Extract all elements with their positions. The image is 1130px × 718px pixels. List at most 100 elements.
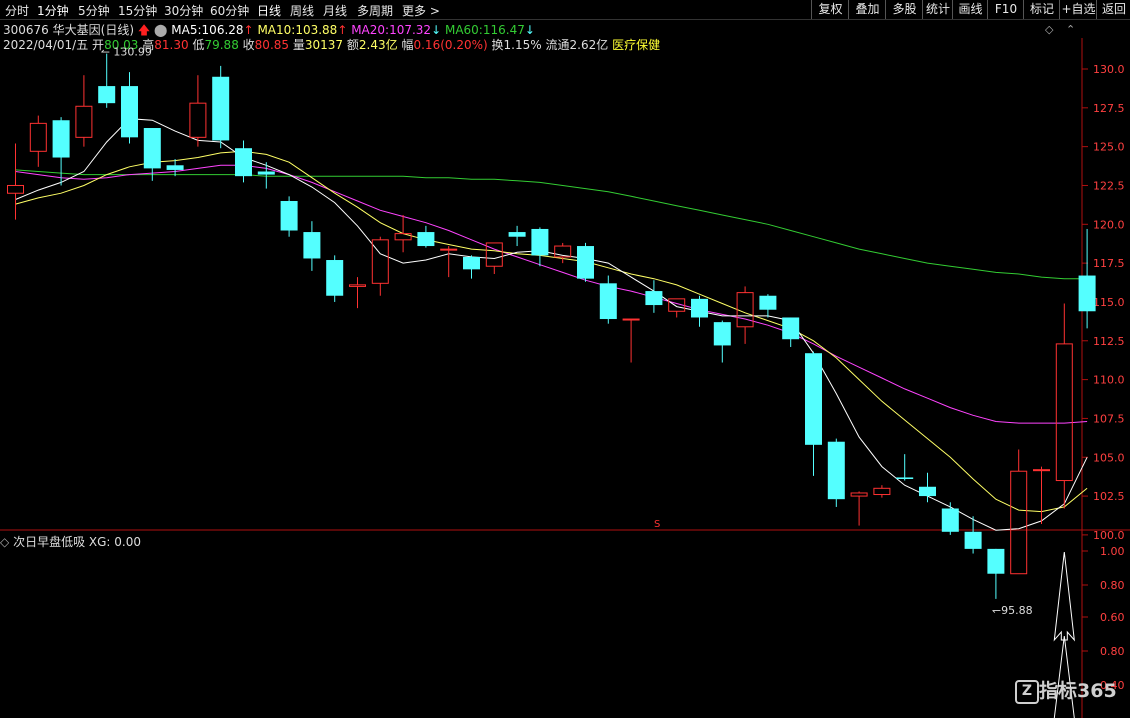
candle-up (189, 75, 207, 147)
candle-body (121, 86, 138, 138)
candle-body (873, 487, 891, 496)
candle-body (349, 284, 366, 287)
xg-label: XG: (88, 535, 111, 549)
indicator-tick-label: 0.80 (1100, 645, 1125, 658)
candle-down (827, 438, 845, 507)
candle-body (645, 291, 663, 306)
high-annotation: ↼ 130.99 (101, 46, 152, 59)
candle-down (326, 255, 344, 302)
diamond-icon[interactable]: ◇ (1045, 23, 1054, 36)
candle-down (280, 196, 298, 237)
price-tick-label: 120.0 (1093, 218, 1125, 231)
indicator-tick-label: 0.60 (1100, 611, 1125, 624)
candle-down (212, 65, 230, 149)
indicator-name[interactable]: 次日早盘低吸 (13, 535, 85, 549)
price-tick-label: 107.5 (1093, 412, 1125, 425)
candle-down (759, 294, 777, 318)
ma5-line (15, 118, 1088, 531)
logo-icon: Z (1015, 679, 1039, 704)
candle-body (189, 102, 207, 138)
candle-body (827, 441, 845, 500)
candle-up (7, 143, 24, 220)
candle-body (1033, 469, 1050, 472)
candle-up (371, 236, 389, 296)
price-tick-label: 112.5 (1093, 335, 1125, 348)
candle-down (235, 140, 252, 183)
candle-body (622, 318, 640, 321)
candle-down (417, 225, 435, 248)
candle-body (1055, 343, 1073, 482)
price-tick-label: 117.5 (1093, 257, 1125, 270)
candle-body (759, 295, 777, 310)
price-tick-label: 127.5 (1093, 102, 1125, 115)
candle-body (1078, 275, 1096, 312)
candle-body (919, 486, 936, 497)
price-tick-label: 105.0 (1093, 451, 1125, 464)
price-tick-label: 125.0 (1093, 141, 1125, 154)
candle-body (736, 292, 754, 328)
candle-body (303, 232, 321, 259)
candle-down (98, 53, 116, 108)
candle-up (554, 242, 572, 264)
candle-up (75, 75, 93, 147)
candle-up (850, 491, 868, 526)
watermark-logo: Z 指标365 (1015, 676, 1117, 704)
candle-body (257, 171, 275, 175)
candle-body (691, 298, 708, 318)
candle-down (508, 225, 526, 247)
candle-body (98, 86, 116, 104)
price-tick-label: 130.0 (1093, 63, 1125, 76)
candle-body (896, 477, 914, 479)
candle-body (987, 548, 1005, 574)
candle-body (531, 228, 549, 256)
candle-down (713, 320, 731, 363)
candle-body (805, 353, 822, 445)
candle-body (143, 128, 161, 169)
watermark-text: 指标365 (1039, 680, 1117, 702)
kline-chart[interactable]: 130.0 127.5 125.0 122.5 120.0 117.5 115.0 112.5… (0, 0, 1130, 718)
candle-down (691, 295, 708, 327)
candle-down (941, 502, 959, 535)
candle-up (440, 246, 458, 278)
candle-body (29, 122, 47, 152)
ma20-line (15, 164, 1088, 424)
candle-down (531, 227, 549, 267)
candle-down (805, 351, 822, 476)
candle-down (463, 255, 480, 279)
candle-body (394, 233, 412, 241)
candle-body (7, 184, 24, 194)
candle-body (577, 246, 594, 279)
candle-body (166, 165, 184, 170)
xg-arrow-upper (1053, 551, 1075, 642)
s-marker: S (654, 519, 660, 530)
indicator-tick-label: 1.00 (1100, 545, 1125, 558)
candle-down (782, 317, 800, 347)
low-annotation: ↽95.88 (992, 604, 1033, 617)
candle-down (645, 280, 663, 313)
candle-up (349, 277, 366, 309)
ma60-line (15, 169, 1088, 280)
price-tick-label: 122.5 (1093, 179, 1125, 192)
candle-down (303, 221, 321, 271)
chevron-up-icon[interactable]: ⌃ (1066, 23, 1075, 36)
candle-body (463, 256, 480, 270)
candle-body (417, 232, 435, 247)
candle-body (599, 283, 617, 320)
candle-down (1078, 228, 1096, 329)
candle-body (508, 232, 526, 237)
candle-up (29, 115, 47, 167)
candle-up (1033, 466, 1050, 525)
candle-body (212, 76, 230, 141)
indicator-tick-label: 0.80 (1100, 579, 1125, 592)
candle-up (1055, 303, 1073, 509)
candle-down (987, 548, 1005, 599)
indicator-header: ◇ 次日早盘低吸 XG: 0.00 (0, 533, 141, 550)
candle-body (235, 148, 252, 177)
candle-up (873, 485, 891, 498)
indicator-toggle-icon[interactable]: ◇ (0, 535, 9, 549)
candle-down (121, 72, 138, 144)
xg-value: 0.00 (114, 535, 142, 549)
ma10-line (15, 150, 1088, 513)
candle-down (577, 242, 594, 282)
candle-body (782, 317, 800, 340)
